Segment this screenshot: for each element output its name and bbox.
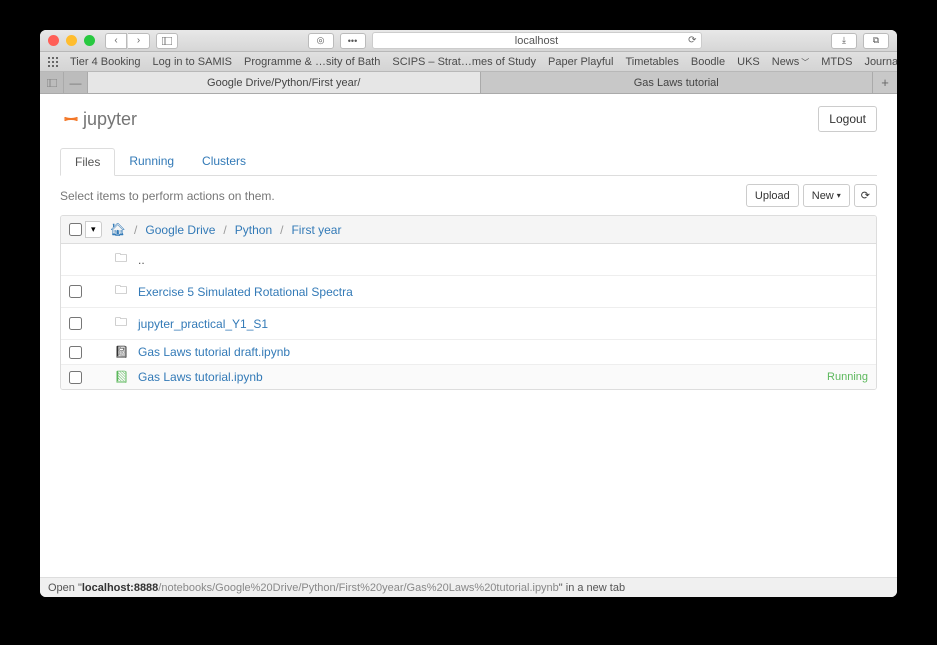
close-window-button[interactable]	[48, 35, 59, 46]
refresh-icon: ⟳	[861, 189, 870, 202]
logout-button[interactable]: Logout	[818, 106, 877, 132]
bookmark-item[interactable]: MTDS	[821, 56, 852, 68]
jupyter-nav-tabs: Files Running Clusters	[60, 148, 877, 176]
jupyter-header: jupyter Logout	[60, 102, 877, 140]
address-text: localhost	[515, 35, 558, 47]
jupyter-toolbar: Select items to perform actions on them.…	[60, 176, 877, 215]
jupyter-logo-text: jupyter	[83, 109, 137, 130]
status-text: Open "localhost:8888/notebooks/Google%20…	[48, 582, 625, 594]
file-list: ▾ 🏠︎ / Google Drive / Python / First yea…	[60, 215, 877, 390]
back-button[interactable]: ‹	[105, 33, 127, 49]
tab-bar: — Google Drive/Python/First year/ Gas La…	[40, 72, 897, 94]
select-dropdown[interactable]: ▾	[85, 221, 102, 238]
tabs-button[interactable]: ⧉	[863, 33, 889, 49]
breadcrumb-link[interactable]: First year	[291, 223, 341, 237]
tab-collapse-button[interactable]: —	[64, 72, 88, 93]
minimize-window-button[interactable]	[66, 35, 77, 46]
status-bar: Open "localhost:8888/notebooks/Google%20…	[40, 577, 897, 597]
row-checkbox[interactable]	[69, 371, 82, 384]
tab-dropdown-button[interactable]	[40, 72, 64, 93]
new-tab-button[interactable]: +	[873, 72, 897, 93]
file-row: 🗀 Exercise 5 Simulated Rotational Spectr…	[61, 276, 876, 308]
file-row: 📓︎ Gas Laws tutorial draft.ipynb	[61, 340, 876, 365]
chevron-down-icon: ▾	[837, 191, 841, 200]
folder-icon: 🗀	[114, 249, 128, 270]
bookmark-item[interactable]: Programme & …sity of Bath	[244, 56, 380, 68]
breadcrumb-separator: /	[280, 223, 283, 237]
jupyter-logo-icon	[60, 110, 78, 128]
file-name[interactable]: Gas Laws tutorial.ipynb	[138, 370, 817, 384]
new-button[interactable]: New▾	[803, 184, 850, 207]
file-name[interactable]: Exercise 5 Simulated Rotational Spectra	[138, 285, 868, 299]
bookmark-item[interactable]: UKS	[737, 56, 760, 68]
tab-running[interactable]: Running	[115, 148, 188, 175]
reader-button[interactable]: ◎	[308, 33, 334, 49]
bookmark-item[interactable]: Boodle	[691, 56, 725, 68]
browser-tab[interactable]: Gas Laws tutorial	[481, 72, 874, 93]
bookmarks-bar: Tier 4 Booking Log in to SAMIS Programme…	[40, 52, 897, 72]
bookmarks-grid-icon[interactable]	[48, 56, 58, 68]
bookmark-item[interactable]: Log in to SAMIS	[153, 56, 233, 68]
maximize-window-button[interactable]	[84, 35, 95, 46]
browser-tab[interactable]: Google Drive/Python/First year/	[88, 72, 481, 93]
breadcrumb-link[interactable]: Google Drive	[145, 223, 215, 237]
reload-icon[interactable]: ⟳	[688, 35, 696, 46]
bookmark-item[interactable]: Journals﹀	[864, 56, 897, 68]
tab-clusters[interactable]: Clusters	[188, 148, 260, 175]
address-bar[interactable]: localhost ⟳	[372, 32, 702, 49]
bookmark-item[interactable]: SCIPS – Strat…mes of Study	[392, 56, 536, 68]
row-checkbox[interactable]	[69, 317, 82, 330]
nav-buttons: ‹ ›	[105, 33, 150, 49]
bookmark-item[interactable]: Paper Playful	[548, 56, 613, 68]
jupyter-logo[interactable]: jupyter	[60, 109, 137, 130]
file-row: 🗀 jupyter_practical_Y1_S1	[61, 308, 876, 340]
sidebar-toggle-button[interactable]	[156, 33, 178, 49]
home-icon[interactable]: 🏠︎	[110, 222, 127, 238]
file-row: 📗︎ Gas Laws tutorial.ipynb Running	[61, 365, 876, 389]
file-name[interactable]: Gas Laws tutorial draft.ipynb	[138, 345, 868, 359]
bookmark-item[interactable]: Tier 4 Booking	[70, 56, 141, 68]
notebook-icon: 📓︎	[114, 345, 128, 359]
row-checkbox[interactable]	[69, 346, 82, 359]
file-name[interactable]: jupyter_practical_Y1_S1	[138, 317, 868, 331]
breadcrumb-link[interactable]: Python	[235, 223, 272, 237]
bookmark-item[interactable]: Timetables	[625, 56, 678, 68]
window-controls	[48, 35, 95, 46]
browser-window: ‹ › ◎ ••• localhost ⟳ ⤓ ⧉ Tier 4 Booking…	[40, 30, 897, 597]
row-checkbox[interactable]	[69, 285, 82, 298]
refresh-button[interactable]: ⟳	[854, 184, 877, 207]
breadcrumb-separator: /	[223, 223, 226, 237]
folder-icon: 🗀	[114, 313, 128, 334]
folder-icon: 🗀	[114, 281, 128, 302]
titlebar: ‹ › ◎ ••• localhost ⟳ ⤓ ⧉	[40, 30, 897, 52]
select-all-checkbox[interactable]	[69, 223, 82, 236]
upload-button[interactable]: Upload	[746, 184, 799, 207]
breadcrumb-row: ▾ 🏠︎ / Google Drive / Python / First yea…	[61, 216, 876, 244]
running-status: Running	[827, 371, 868, 383]
tab-files[interactable]: Files	[60, 148, 115, 176]
notebook-running-icon: 📗︎	[114, 370, 128, 384]
download-button[interactable]: ⤓	[831, 33, 857, 49]
file-name: ..	[138, 253, 868, 267]
selection-hint: Select items to perform actions on them.	[60, 189, 275, 203]
forward-button[interactable]: ›	[128, 33, 150, 49]
share-button[interactable]: •••	[340, 33, 366, 49]
bookmark-item[interactable]: News﹀	[772, 56, 810, 68]
breadcrumb-separator: /	[134, 223, 137, 237]
page-content: jupyter Logout Files Running Clusters Se…	[40, 94, 897, 577]
file-row-parent[interactable]: 🗀 ..	[61, 244, 876, 276]
